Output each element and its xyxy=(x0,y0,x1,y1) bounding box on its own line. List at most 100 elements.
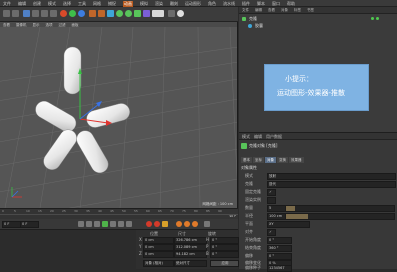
render-instances-checkbox[interactable] xyxy=(267,197,276,204)
keyframe-icon[interactable] xyxy=(162,221,168,227)
render-settings-icon[interactable] xyxy=(98,10,105,17)
pen-icon[interactable] xyxy=(116,10,123,17)
rotation-p-field[interactable]: 0 ° xyxy=(210,244,239,251)
tab-coord[interactable]: 坐标 xyxy=(253,157,264,163)
object-row-cloner[interactable]: 克隆 xyxy=(241,16,361,22)
key-rot-icon[interactable] xyxy=(192,221,198,227)
tab-basic[interactable]: 基本 xyxy=(241,157,252,163)
capsule-1[interactable] xyxy=(63,46,82,95)
field-label-start-angle: 开始角度 xyxy=(245,237,261,242)
key-pos-icon[interactable] xyxy=(176,221,182,227)
go-end-icon[interactable] xyxy=(126,221,132,227)
render-dot-icon[interactable] xyxy=(376,17,379,20)
floor-icon[interactable] xyxy=(152,10,164,17)
field-label-count: 数量 xyxy=(245,205,253,210)
axis-y-label: Y xyxy=(139,244,142,249)
capsule-2[interactable] xyxy=(32,98,79,135)
key-param-icon[interactable] xyxy=(204,221,210,227)
move-icon[interactable] xyxy=(32,10,39,17)
rotation-h-field[interactable]: 0 ° xyxy=(210,237,239,244)
capsule-3[interactable] xyxy=(85,102,132,130)
y-axis-icon[interactable] xyxy=(69,10,76,17)
capsule-object-icon xyxy=(248,24,252,28)
render-icon[interactable] xyxy=(89,10,96,17)
autokey-icon[interactable] xyxy=(154,221,160,227)
select-icon[interactable] xyxy=(23,10,30,17)
object-row-capsule[interactable]: 胶囊 xyxy=(241,23,361,29)
start-angle-field[interactable]: 0 ° xyxy=(267,237,292,244)
clones-select[interactable]: 迭代 xyxy=(267,181,396,188)
rotate-icon[interactable] xyxy=(50,10,57,17)
attr-menu-userdata[interactable]: 用户数据 xyxy=(266,134,282,139)
attr-menu-edit[interactable]: 编辑 xyxy=(254,134,262,139)
tab-object[interactable]: 对象 xyxy=(265,157,276,163)
end-angle-field[interactable]: 360 ° xyxy=(267,245,292,252)
apply-button[interactable]: 应用 xyxy=(210,260,239,267)
viewport-scene xyxy=(0,27,237,208)
om-menu-edit[interactable]: 编辑 xyxy=(255,8,262,13)
scale-icon[interactable] xyxy=(41,10,48,17)
next-key-icon[interactable] xyxy=(118,221,124,227)
nurbs-icon[interactable] xyxy=(125,10,132,17)
offset-field[interactable]: 0 ° xyxy=(267,253,292,260)
z-axis-icon[interactable] xyxy=(78,10,85,17)
start-frame-field[interactable]: 0 F xyxy=(20,221,39,228)
position-z-field[interactable]: 0 cm xyxy=(143,251,174,258)
cloner-icon[interactable] xyxy=(134,10,141,17)
current-frame-field[interactable]: 0 F xyxy=(2,221,21,228)
capsule-5[interactable] xyxy=(74,128,112,176)
om-menu-object[interactable]: 对象 xyxy=(281,8,288,13)
mode-select[interactable]: 放射 xyxy=(267,173,396,180)
radius-field[interactable]: 100 cm xyxy=(267,213,286,220)
tab-transform[interactable]: 变换 xyxy=(277,157,288,163)
fix-clone-checkbox[interactable]: ✓ xyxy=(267,189,276,196)
attribute-manager: 模式 编辑 用户数据 克隆对象 [克隆] 基本 坐标 对象 变换 效果器 对象属… xyxy=(239,132,397,272)
plane-select[interactable]: XY xyxy=(267,221,310,228)
undo-icon[interactable] xyxy=(3,10,10,17)
om-menu-tags[interactable]: 标签 xyxy=(294,8,301,13)
size-header: 尺寸 xyxy=(178,231,186,236)
position-y-field[interactable]: 0 cm xyxy=(143,244,174,251)
rotation-b-field[interactable]: 0 ° xyxy=(210,251,239,258)
om-menu-bookmarks[interactable]: 书签 xyxy=(307,8,314,13)
light-icon[interactable] xyxy=(177,10,184,17)
record-icon[interactable] xyxy=(146,221,152,227)
deformer-icon[interactable] xyxy=(143,10,150,17)
timeline[interactable]: 0 5 10 15 20 25 30 35 40 45 50 55 60 65 … xyxy=(0,208,238,219)
count-field[interactable]: 5 xyxy=(267,205,286,212)
3d-viewport[interactable]: 查看 摄像机 显示 选项 过滤 面板 网格间距: 100 cm xyxy=(0,22,238,208)
tick-90: 90 xyxy=(218,209,222,213)
material-area[interactable] xyxy=(0,230,136,270)
tab-effectors[interactable]: 效果器 xyxy=(289,157,304,163)
x-axis-icon[interactable] xyxy=(60,10,67,17)
play-icon[interactable] xyxy=(102,221,108,227)
object-manager-menu: 文件 编辑 查看 对象 标签 书签 xyxy=(239,7,397,14)
radius-slider[interactable] xyxy=(285,213,395,220)
align-checkbox[interactable]: ✓ xyxy=(267,229,276,236)
coord-mode-select[interactable]: 对象 (相对) xyxy=(143,260,174,267)
om-menu-view[interactable]: 查看 xyxy=(268,8,275,13)
object-name-cloner: 克隆 xyxy=(249,16,257,21)
key-scale-icon[interactable] xyxy=(184,221,190,227)
camera-icon[interactable] xyxy=(168,10,175,17)
rot-p-label: P xyxy=(206,244,209,249)
position-x-field[interactable]: 0 cm xyxy=(143,237,174,244)
cube-icon[interactable] xyxy=(107,10,114,17)
prev-frame-icon[interactable] xyxy=(94,221,100,227)
attr-menu-mode[interactable]: 模式 xyxy=(242,134,250,139)
redo-icon[interactable] xyxy=(12,10,19,17)
size-x-field[interactable]: 326.786 cm xyxy=(174,237,207,244)
tick-20: 20 xyxy=(50,209,54,213)
next-frame-icon[interactable] xyxy=(110,221,116,227)
visibility-dot-icon[interactable] xyxy=(371,17,374,20)
count-slider[interactable] xyxy=(285,205,395,212)
size-z-field[interactable]: 94.182 cm xyxy=(174,251,207,258)
size-y-field[interactable]: 312.089 cm xyxy=(174,244,207,251)
om-menu-file[interactable]: 文件 xyxy=(242,8,249,13)
object-tags-area xyxy=(369,15,393,31)
tip-box: 小提示： 运动图形-效果器-推散 xyxy=(264,64,369,111)
size-mode-select[interactable]: 绝对尺寸 xyxy=(174,260,207,267)
prev-key-icon[interactable] xyxy=(86,221,92,227)
go-start-icon[interactable] xyxy=(78,221,84,227)
tip-title: 小提示： xyxy=(285,75,313,83)
